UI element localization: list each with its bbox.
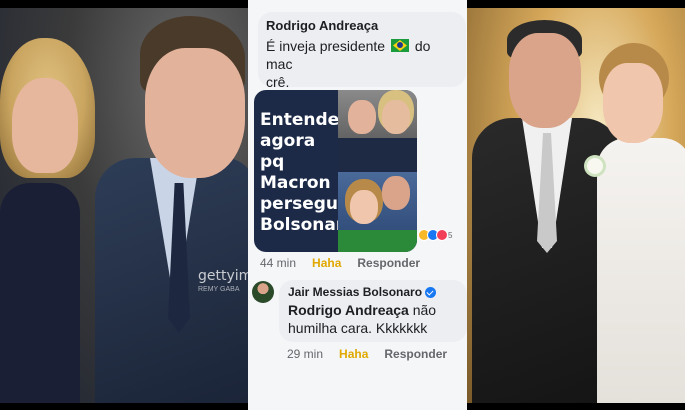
reaction-count: 5 (448, 230, 453, 240)
comment-actions-2: 29 min Haha Responder (287, 347, 447, 361)
meme-top-suit (338, 138, 417, 170)
comment-author-2[interactable]: Jair Messias Bolsonaro (288, 285, 422, 299)
meme-bottom-face-left (350, 190, 378, 224)
comment-text-2: Rodrigo Andreaça não humilha cara. Kkkkk… (288, 301, 458, 337)
meme-caption: Entende agora pq Macron persegue Bolsona… (260, 110, 366, 235)
comment-author-2-row: Jair Messias Bolsonaro (288, 285, 458, 299)
haha-reaction-button-2[interactable]: Haha (339, 347, 368, 361)
mention-link[interactable]: Rodrigo Andreaça (288, 302, 409, 318)
meme-photo-bottom (338, 172, 417, 252)
avatar[interactable] (252, 281, 274, 303)
facebook-comments-panel: Rodrigo Andreaça É inveja presidente do … (248, 0, 467, 410)
brazil-flag-icon (390, 39, 409, 52)
boutonniere-icon (587, 158, 603, 174)
reaction-summary[interactable]: 5 (418, 229, 452, 241)
comment-text-1-part1: É inveja presidente (266, 38, 386, 54)
love-icon (436, 229, 448, 241)
getty-watermark: gettyim (198, 268, 248, 284)
reply-button-2[interactable]: Responder (384, 347, 447, 361)
right-photo (467, 8, 685, 403)
meme-image[interactable]: Entende agora pq Macron persegue Bolsona… (254, 90, 417, 252)
meme-photo-top (338, 90, 417, 170)
meme-top-face-left (348, 100, 376, 134)
man-face (145, 48, 245, 178)
meme-bottom-face-right (382, 176, 410, 210)
bride-dress (597, 138, 685, 403)
haha-reaction-button-1[interactable]: Haha (312, 256, 341, 270)
meme-bottom-sash (338, 230, 417, 252)
comment-author-1[interactable]: Rodrigo Andreaça (266, 18, 458, 33)
comment-actions-1: 44 min Haha Responder (260, 256, 420, 270)
reply-button-1[interactable]: Responder (357, 256, 420, 270)
comment-text-1-line2: crê. (266, 74, 290, 90)
verified-badge-icon (425, 286, 437, 298)
comment-bubble-2: Jair Messias Bolsonaro Rodrigo Andreaça … (279, 280, 467, 342)
getty-watermark-credit: REMY GABA (198, 286, 240, 293)
woman-body (0, 183, 80, 403)
meme-top-face-right (382, 100, 410, 134)
comment-time-1: 44 min (260, 256, 297, 270)
bride-face (603, 63, 663, 143)
comment-time-2: 29 min (287, 347, 324, 361)
comment-text-1: É inveja presidente do mac crê. (266, 37, 458, 91)
comment-bubble-1: Rodrigo Andreaça É inveja presidente do … (258, 12, 466, 90)
groom-face (509, 33, 581, 128)
left-photo: gettyim REMY GABA (0, 8, 248, 403)
woman-face (12, 78, 78, 173)
